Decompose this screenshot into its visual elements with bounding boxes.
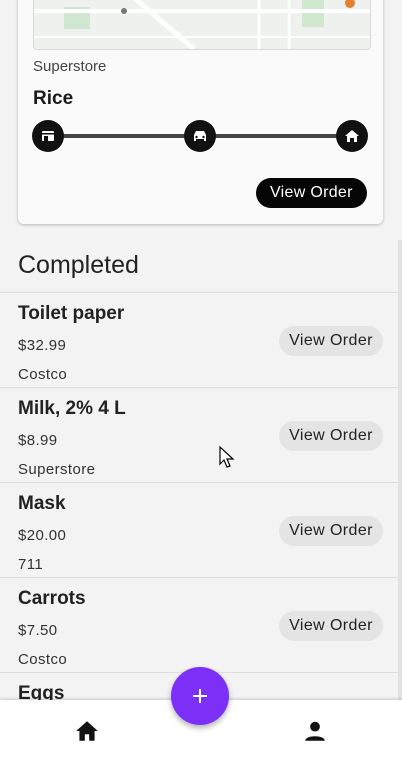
view-order-button[interactable]: View Order bbox=[279, 611, 383, 641]
mouse-cursor-icon bbox=[219, 446, 235, 468]
active-order-item: Rice bbox=[33, 88, 74, 109]
active-order-card: Superstore Rice View Order bbox=[18, 0, 383, 224]
order-name: Toilet paper bbox=[18, 303, 125, 324]
plus-icon bbox=[193, 689, 207, 703]
scroll-area[interactable]: Superstore Rice View Order Completed Toi… bbox=[0, 0, 402, 700]
order-row[interactable]: Carrots $7.50 Costco View Order bbox=[0, 577, 402, 672]
add-order-button[interactable] bbox=[171, 667, 229, 725]
active-order-store: Superstore bbox=[33, 58, 107, 75]
store-step bbox=[32, 120, 64, 152]
home-step bbox=[336, 120, 368, 152]
completed-orders-list: Toilet paper $32.99 Costco View Order Mi… bbox=[0, 292, 402, 700]
nav-home[interactable] bbox=[74, 718, 100, 744]
scrollbar[interactable] bbox=[398, 240, 402, 700]
order-store: Costco bbox=[18, 366, 68, 383]
order-name: Milk, 2% 4 L bbox=[18, 398, 126, 419]
map-graphic bbox=[34, 0, 370, 49]
view-order-button[interactable]: View Order bbox=[279, 516, 383, 546]
profile-icon bbox=[305, 721, 325, 741]
order-name: Eggs bbox=[18, 683, 65, 700]
order-name: Carrots bbox=[18, 588, 86, 609]
order-price: $20.00 bbox=[18, 527, 67, 544]
order-price: $7.50 bbox=[18, 622, 58, 639]
order-store: Costco bbox=[18, 651, 68, 668]
car-icon bbox=[194, 131, 206, 141]
view-order-button[interactable]: View Order bbox=[279, 326, 383, 356]
car-step bbox=[184, 120, 216, 152]
active-view-order-button[interactable]: View Order bbox=[256, 178, 367, 208]
order-row[interactable]: Mask $20.00 711 View Order bbox=[0, 482, 402, 577]
order-store: Superstore bbox=[18, 461, 96, 478]
completed-section-title: Completed bbox=[18, 251, 139, 279]
order-price: $8.99 bbox=[18, 432, 58, 449]
nav-profile[interactable] bbox=[302, 718, 328, 744]
order-row[interactable]: Toilet paper $32.99 Costco View Order bbox=[0, 292, 402, 387]
map-preview[interactable] bbox=[33, 0, 371, 50]
order-name: Mask bbox=[18, 493, 66, 514]
order-store: 711 bbox=[18, 556, 44, 573]
home-icon bbox=[76, 721, 98, 741]
store-icon bbox=[42, 131, 54, 141]
order-price: $32.99 bbox=[18, 337, 67, 354]
view-order-button[interactable]: View Order bbox=[279, 421, 383, 451]
order-row[interactable]: Milk, 2% 4 L $8.99 Superstore View Order bbox=[0, 387, 402, 482]
home-icon bbox=[345, 130, 359, 142]
